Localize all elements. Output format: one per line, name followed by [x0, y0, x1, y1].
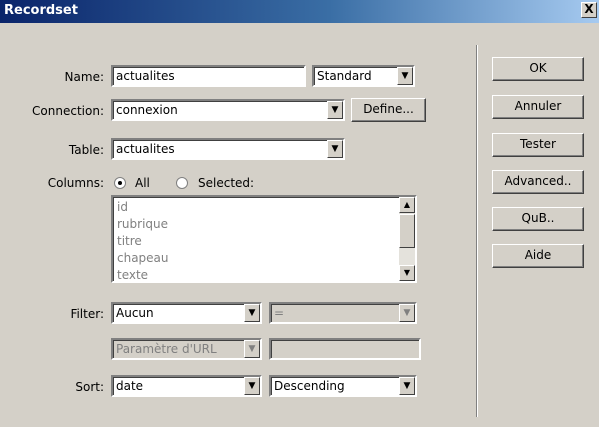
table-label: Table:	[68, 143, 104, 157]
test-button[interactable]: Tester	[492, 133, 584, 157]
columns-listbox[interactable]: id rubrique titre chapeau texte ▲ ▼	[111, 195, 417, 283]
dropdown-arrow-icon[interactable]: ▼	[327, 101, 343, 119]
filter-param-select[interactable]: Paramètre d'URL ▼	[111, 338, 262, 360]
filter-column-select[interactable]: Aucun ▼	[111, 302, 262, 324]
filter-param-input[interactable]	[269, 338, 421, 360]
name-type-value: Standard	[317, 69, 372, 83]
title-bar: Recordset X	[0, 0, 599, 23]
ok-button[interactable]: OK	[492, 57, 584, 81]
table-select[interactable]: actualites ▼	[111, 138, 345, 160]
sort-column-value: date	[116, 379, 144, 393]
list-item[interactable]: chapeau	[117, 250, 169, 267]
radio-all[interactable]	[114, 177, 126, 189]
list-item[interactable]: titre	[117, 233, 169, 250]
filter-label: Filter:	[70, 307, 104, 321]
columns-label: Columns:	[47, 176, 104, 190]
dropdown-arrow-icon[interactable]: ▼	[244, 340, 260, 358]
connection-value: connexion	[116, 103, 178, 117]
dropdown-arrow-icon[interactable]: ▼	[399, 377, 415, 395]
sort-column-select[interactable]: date ▼	[111, 375, 262, 397]
scroll-thumb[interactable]	[399, 214, 415, 248]
connection-select[interactable]: connexion ▼	[111, 99, 345, 121]
close-button[interactable]: X	[581, 2, 597, 18]
dropdown-arrow-icon[interactable]: ▼	[244, 377, 260, 395]
list-item[interactable]: rubrique	[117, 216, 169, 233]
dropdown-arrow-icon[interactable]: ▼	[399, 304, 415, 322]
radio-selected[interactable]	[176, 177, 188, 189]
dropdown-arrow-icon[interactable]: ▼	[397, 67, 413, 85]
radio-selected-label: Selected:	[198, 176, 255, 190]
scroll-down-icon[interactable]: ▼	[399, 265, 415, 281]
columns-list: id rubrique titre chapeau texte	[117, 199, 169, 284]
filter-param-value: Paramètre d'URL	[116, 342, 217, 356]
recordset-dialog: Recordset X Name: actualites Standard ▼ …	[0, 0, 599, 427]
vertical-divider	[476, 45, 478, 417]
table-value: actualites	[116, 142, 175, 156]
radio-all-label: All	[135, 176, 150, 190]
connection-label: Connection:	[32, 104, 104, 118]
cancel-button[interactable]: Annuler	[492, 95, 584, 119]
dropdown-arrow-icon[interactable]: ▼	[244, 304, 260, 322]
filter-column-value: Aucun	[116, 306, 154, 320]
columns-scrollbar[interactable]: ▲ ▼	[399, 197, 415, 281]
define-button[interactable]: Define...	[351, 98, 426, 122]
list-item[interactable]: id	[117, 199, 169, 216]
dialog-title: Recordset	[4, 3, 78, 18]
name-label: Name:	[64, 70, 104, 84]
help-button[interactable]: Aide	[492, 244, 584, 268]
scroll-up-icon[interactable]: ▲	[399, 197, 415, 213]
name-type-select[interactable]: Standard ▼	[312, 65, 415, 87]
advanced-button[interactable]: Advanced..	[492, 170, 584, 194]
filter-operator-value: =	[274, 306, 285, 320]
list-item[interactable]: texte	[117, 267, 169, 284]
qub-button[interactable]: QuB..	[492, 207, 584, 231]
name-input[interactable]: actualites	[111, 65, 306, 87]
filter-operator-select[interactable]: = ▼	[269, 302, 417, 324]
dropdown-arrow-icon[interactable]: ▼	[327, 140, 343, 158]
sort-label: Sort:	[75, 380, 104, 394]
sort-order-select[interactable]: Descending ▼	[269, 375, 417, 397]
sort-order-value: Descending	[274, 379, 345, 393]
